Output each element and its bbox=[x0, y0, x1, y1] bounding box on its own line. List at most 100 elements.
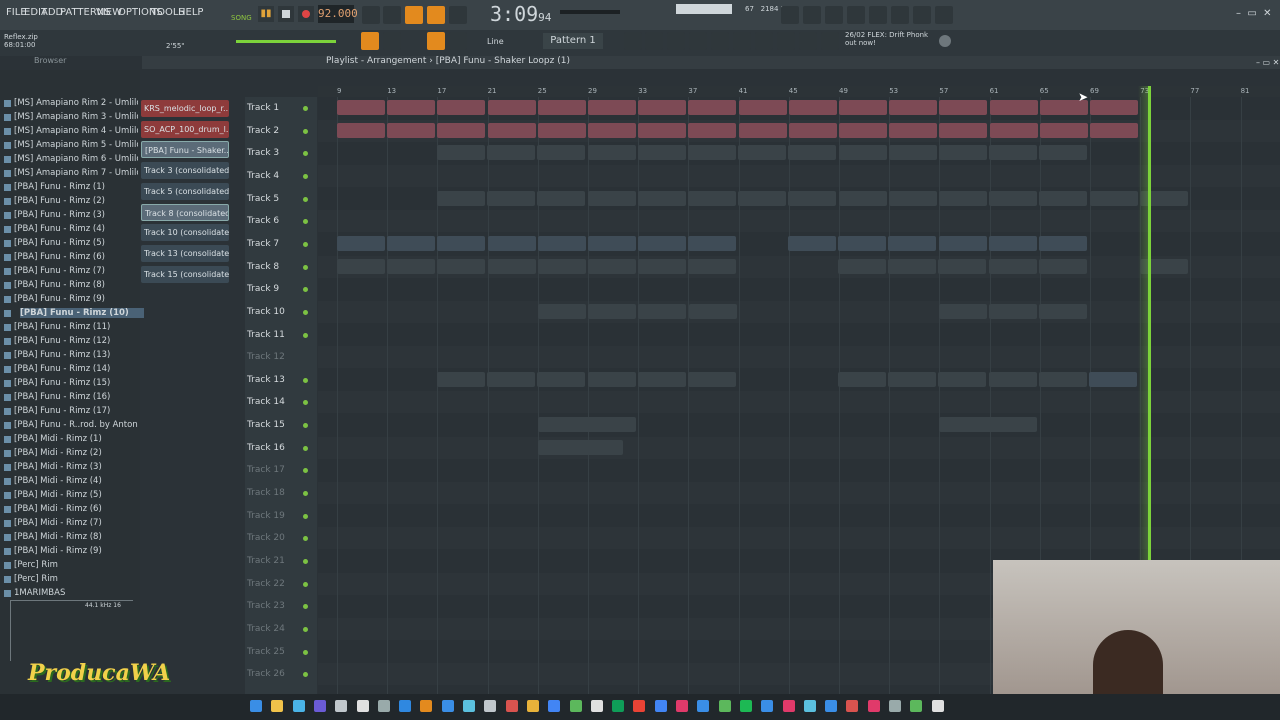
track-name[interactable]: Track 1 bbox=[247, 103, 279, 113]
taskbar-app-icon[interactable] bbox=[590, 700, 603, 712]
pattern-selector[interactable]: Pattern 1 bbox=[543, 33, 603, 49]
clip[interactable] bbox=[1038, 371, 1087, 387]
clip[interactable] bbox=[1090, 122, 1138, 138]
arrow-right-icon[interactable] bbox=[383, 32, 401, 50]
clip[interactable] bbox=[337, 258, 385, 274]
clip[interactable] bbox=[437, 235, 486, 251]
pattern-song-toggle-icon[interactable] bbox=[405, 6, 423, 24]
stop-button[interactable] bbox=[278, 6, 294, 22]
picker-item[interactable]: KRS_melodic_loop_r.. bbox=[141, 100, 229, 117]
track-name[interactable]: Track 21 bbox=[247, 556, 285, 566]
cloud-icon[interactable] bbox=[799, 32, 817, 50]
playlist-tools[interactable] bbox=[142, 58, 292, 68]
track-row[interactable] bbox=[318, 346, 1280, 369]
clip[interactable] bbox=[587, 190, 636, 206]
clip[interactable] bbox=[537, 145, 586, 161]
clip[interactable] bbox=[888, 371, 937, 387]
clip[interactable] bbox=[638, 303, 687, 319]
track-mute-icon[interactable] bbox=[303, 106, 308, 111]
clip[interactable] bbox=[537, 190, 586, 206]
clip[interactable] bbox=[938, 371, 987, 387]
clip[interactable] bbox=[387, 235, 436, 251]
track-name[interactable]: Track 19 bbox=[247, 511, 285, 521]
clip[interactable] bbox=[988, 258, 1037, 274]
clip[interactable] bbox=[939, 145, 987, 161]
track-name[interactable]: Track 23 bbox=[247, 601, 285, 611]
taskbar-app-icon[interactable] bbox=[377, 700, 390, 712]
clip[interactable] bbox=[988, 371, 1037, 387]
browser-item[interactable]: [PBA] Midi - Rimz (5) bbox=[14, 490, 138, 500]
clip[interactable] bbox=[437, 371, 485, 387]
track-name[interactable]: Track 15 bbox=[247, 420, 285, 430]
window-controls[interactable]: – ▭ ✕ bbox=[1236, 8, 1272, 19]
browser-item[interactable]: [PBA] Funu - Rimz (1) bbox=[14, 182, 138, 192]
clip[interactable] bbox=[688, 371, 736, 387]
clip[interactable] bbox=[939, 303, 987, 319]
browser-item[interactable]: [PBA] Funu - Rimz (10) bbox=[20, 308, 144, 318]
track-mute-icon[interactable] bbox=[303, 196, 308, 202]
track-mute-icon[interactable] bbox=[303, 672, 308, 678]
taskbar-app-icon[interactable] bbox=[313, 700, 326, 712]
track-mute-icon[interactable] bbox=[303, 581, 308, 587]
taskbar-app-icon[interactable] bbox=[718, 700, 731, 712]
taskbar-app-icon[interactable] bbox=[335, 700, 348, 712]
clip[interactable] bbox=[1039, 235, 1087, 251]
clip[interactable] bbox=[788, 190, 837, 206]
track-mute-icon[interactable] bbox=[303, 513, 308, 519]
browser-item[interactable]: [PBA] Funu - R..rod. by Antonio) bbox=[14, 420, 138, 430]
clip[interactable] bbox=[688, 190, 736, 206]
news-panel[interactable]: 26/02 FLEX: Drift Phonk out now! bbox=[845, 31, 928, 47]
plugin-icon[interactable] bbox=[733, 32, 751, 50]
clip[interactable] bbox=[337, 100, 385, 115]
browser-item[interactable]: [PBA] Funu - Rimz (2) bbox=[14, 196, 138, 206]
track-mute-icon[interactable] bbox=[303, 332, 308, 338]
browser-item[interactable]: [Perc] Rim bbox=[14, 574, 138, 584]
track-row[interactable] bbox=[318, 482, 1280, 505]
clip[interactable] bbox=[889, 100, 938, 115]
clip[interactable] bbox=[888, 258, 937, 274]
track-row[interactable] bbox=[318, 391, 1280, 414]
track-mute-icon[interactable] bbox=[303, 626, 308, 632]
track-name[interactable]: Track 16 bbox=[247, 443, 285, 453]
browser-item[interactable]: [PBA] Funu - Rimz (16) bbox=[14, 392, 138, 402]
clip[interactable] bbox=[1039, 122, 1088, 138]
track-name[interactable]: Track 12 bbox=[247, 352, 285, 362]
taskbar-app-icon[interactable] bbox=[739, 700, 752, 712]
track-row[interactable] bbox=[318, 505, 1280, 527]
clip[interactable] bbox=[637, 145, 686, 161]
picker-item[interactable]: [PBA] Funu - Shaker.. bbox=[141, 141, 229, 159]
clip[interactable] bbox=[989, 122, 1038, 138]
taskbar-app-icon[interactable] bbox=[761, 700, 774, 712]
clip[interactable] bbox=[939, 122, 988, 138]
piano-roll-icon[interactable] bbox=[645, 32, 663, 50]
timeline-ruler[interactable]: 9131721252933374145495357616569737781 bbox=[318, 86, 1280, 97]
clip[interactable] bbox=[839, 122, 887, 138]
playlist-window-controls[interactable]: – ▭ ✕ bbox=[1256, 58, 1279, 67]
clip[interactable] bbox=[437, 258, 486, 274]
picker-item[interactable]: Track 3 (consolidated) bbox=[141, 162, 229, 180]
snap-icon[interactable] bbox=[361, 32, 379, 50]
typing-keyboard-icon[interactable] bbox=[362, 6, 380, 24]
taskbar-app-icon[interactable] bbox=[463, 700, 475, 712]
clip[interactable] bbox=[387, 100, 436, 115]
browser-item[interactable]: [PBA] Midi - Rimz (9) bbox=[14, 546, 138, 556]
taskbar-app-icon[interactable] bbox=[697, 700, 710, 712]
browser-icon[interactable] bbox=[711, 32, 729, 50]
clip[interactable] bbox=[638, 235, 687, 251]
track-name[interactable]: Track 20 bbox=[247, 533, 285, 543]
browser-item[interactable]: [PBA] Funu - Rimz (13) bbox=[14, 350, 138, 360]
clip[interactable] bbox=[989, 100, 1038, 115]
clip[interactable] bbox=[637, 190, 686, 206]
browser-item[interactable]: [PBA] Funu - Rimz (9) bbox=[14, 294, 138, 304]
browser-item[interactable]: [PBA] Funu - Rimz (6) bbox=[14, 252, 138, 262]
loop-record-icon[interactable] bbox=[449, 6, 467, 24]
clip[interactable] bbox=[989, 190, 1038, 206]
track-mute-icon[interactable] bbox=[303, 287, 308, 293]
track-name[interactable]: Track 4 bbox=[247, 171, 279, 181]
taskbar-app-icon[interactable] bbox=[931, 700, 944, 712]
track-mute-icon[interactable] bbox=[303, 559, 308, 564]
track-name[interactable]: Track 18 bbox=[247, 488, 285, 498]
clip[interactable] bbox=[537, 235, 586, 251]
browser-item[interactable]: [MS] Amapiano Rim 2 - Umlilo bbox=[14, 98, 138, 108]
song-mode-label[interactable]: SONG bbox=[231, 14, 252, 22]
